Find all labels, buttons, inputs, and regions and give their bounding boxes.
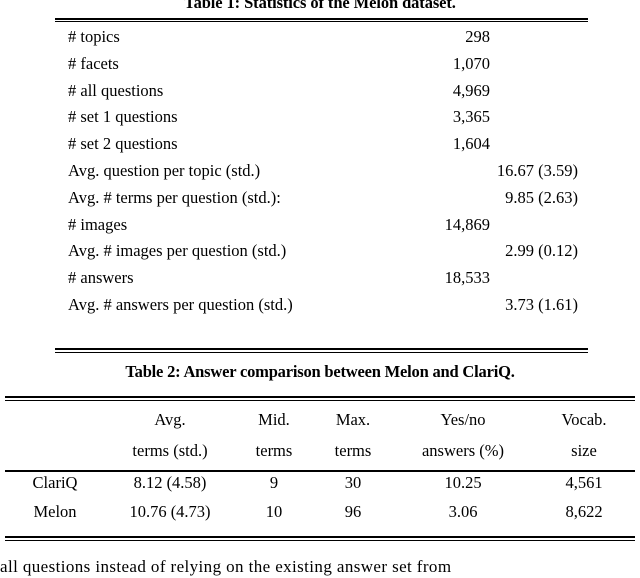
table1-row-label: # all questions (68, 80, 164, 100)
table1-row-value: 1,070 (452, 53, 490, 73)
table2-header-blank (5, 404, 105, 435)
table2-caption: Table 2: Answer comparison between Melon… (125, 362, 515, 381)
table1-row-label: # images (68, 214, 128, 234)
table2-row-vocab: 8,622 (565, 502, 603, 521)
table2-header-yesno-line2: answers (%) (421, 441, 504, 460)
table2-row-max: 96 (344, 502, 362, 521)
table2-bottom-rule-second (5, 540, 635, 541)
table1-row-label: Avg. # images per question (std.) (68, 241, 287, 261)
table2-top-rule (5, 396, 635, 398)
table1-top-rule-second (55, 21, 588, 22)
table1-row-label: # answers (68, 268, 134, 288)
table-row: Melon 10.76 (4.73) 10 96 3.06 8,622 (5, 497, 635, 526)
table-row: Avg. # answers per question (std.) 3.73 … (55, 292, 588, 319)
table2-row-avg: 10.76 (4.73) (129, 502, 211, 521)
table2-header-row-1: Avg. Mid. Max. Yes/no Vocab. (5, 404, 635, 435)
table-row: Avg. question per topic (std.) 16.67 (3.… (55, 158, 588, 185)
table1-top-rule (55, 18, 588, 20)
table1: # topics 298 # facets 1,070 # all questi… (55, 24, 588, 319)
table2-header-mid-line2: terms (255, 441, 293, 460)
table2-header-yesno-line1: Yes/no (440, 410, 486, 429)
table-row: # set 1 questions 3,365 (55, 104, 588, 131)
table1-row-label: # facets (68, 53, 119, 73)
table1-row-label: Avg. # answers per question (std.) (68, 294, 293, 314)
table2-mid-rule (5, 470, 635, 472)
table2-header-row-2: terms (std.) terms terms answers (%) siz… (5, 435, 635, 466)
table2-header: Avg. Mid. Max. Yes/no Vocab. terms (std.… (5, 404, 635, 466)
table1-bottom-rule-second (55, 352, 588, 353)
table2-row-name: Melon (33, 502, 77, 521)
table1-body: # topics 298 # facets 1,070 # all questi… (55, 24, 588, 319)
table-row: # answers 18,533 (55, 265, 588, 292)
table1-row-value: 298 (465, 27, 490, 46)
table2-top-rule-second (5, 400, 635, 401)
table2-header-vocab-line2: size (571, 441, 597, 460)
table2-header-max-line2: terms (334, 441, 372, 460)
table1-grid: # topics 298 # facets 1,070 # all questi… (55, 24, 588, 319)
table2-row-mid: 10 (265, 502, 283, 521)
table1-row-value: 9.85 (2.63) (505, 187, 578, 207)
table1-row-value: 18,533 (444, 268, 490, 288)
table2-bottom-rule (5, 536, 635, 538)
table1-row-label: # topics (68, 27, 120, 46)
table1-row-label: Avg. # terms per question (std.): (68, 187, 281, 207)
table2-header-max-line1: Max. (335, 410, 371, 429)
table2-header-blank-2 (5, 435, 105, 466)
table-row: # images 14,869 (55, 212, 588, 239)
body-paragraph-line: all questions instead of relying on the … (0, 557, 452, 576)
table2-grid: Avg. Mid. Max. Yes/no Vocab. terms (std.… (5, 404, 635, 526)
table1-row-value: 1,604 (452, 134, 490, 154)
table1-row-value: 14,869 (444, 214, 490, 234)
table2-header-avg-line2: terms (std.) (132, 441, 208, 460)
table2-header-avg-line1: Avg. (154, 410, 186, 429)
table1-row-label: # set 2 questions (68, 134, 178, 154)
table2-header-vocab-line1: Vocab. (561, 410, 607, 429)
table-row: # topics 298 (55, 24, 588, 51)
table-row: # all questions 4,969 (55, 78, 588, 105)
table2-body: ClariQ 8.12 (4.58) 9 30 10.25 4,561 Melo… (5, 466, 635, 526)
table1-caption: Table 1: Statistics of the Melon dataset… (184, 0, 456, 12)
table2-row-yesno: 3.06 (448, 502, 478, 521)
table1-row-label: # set 1 questions (68, 107, 178, 127)
table1-row-value: 2.99 (0.12) (505, 241, 578, 261)
table1-row-value: 4,969 (452, 80, 490, 100)
table1-bottom-rule (55, 348, 588, 350)
table-row: Avg. # images per question (std.) 2.99 (… (55, 238, 588, 265)
table2-header-mid-line1: Mid. (258, 410, 290, 429)
table-row: Avg. # terms per question (std.): 9.85 (… (55, 185, 588, 212)
table1-row-value: 16.67 (3.59) (496, 160, 578, 180)
table1-row-value: 3,365 (452, 107, 490, 127)
table1-row-label: Avg. question per topic (std.) (68, 160, 261, 180)
table-row: # set 2 questions 1,604 (55, 131, 588, 158)
table-row: # facets 1,070 (55, 51, 588, 78)
table2: Avg. Mid. Max. Yes/no Vocab. terms (std.… (5, 404, 635, 526)
table1-row-value: 3.73 (1.61) (505, 294, 578, 314)
